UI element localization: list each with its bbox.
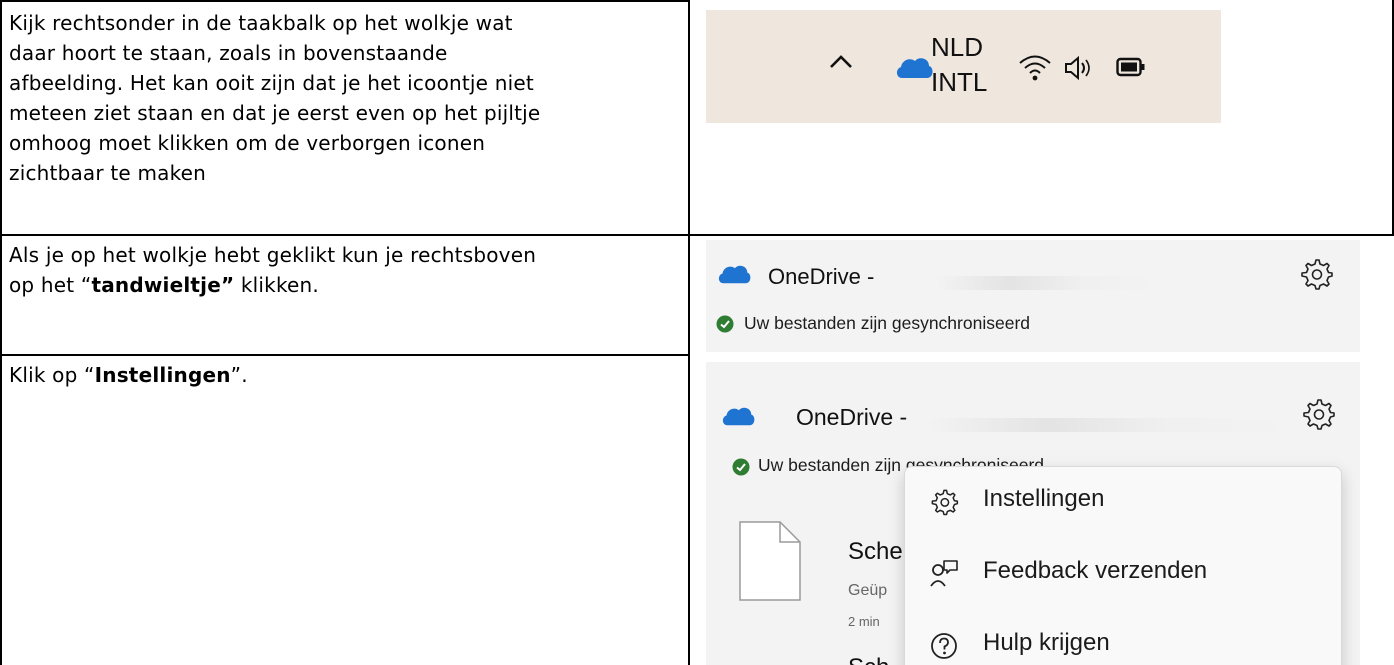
table-row-divider-1 <box>0 234 1394 236</box>
document-icon <box>738 520 802 606</box>
row2-text: klikken. <box>234 273 319 297</box>
onedrive-cloud-icon[interactable] <box>894 54 934 84</box>
row1-line: afbeelding. Het kan ooit zijn dat je het… <box>9 71 534 95</box>
row3-text: Klik op “ <box>9 363 95 387</box>
menu-item-label: Hulp krijgen <box>983 629 1110 656</box>
onedrive-cloud-icon <box>716 262 752 289</box>
file-time: 2 min <box>848 614 880 629</box>
file-name[interactable]: Sche <box>848 538 903 566</box>
table-border-left <box>0 0 2 665</box>
language-indicator[interactable]: NLD INTL <box>931 30 987 100</box>
sync-status-text: Uw bestanden zijn gesynchroniseerd <box>744 313 1030 333</box>
keyboard-layout: INTL <box>931 67 988 97</box>
row3-instruction: Klik op “Instellingen”. <box>9 360 248 390</box>
row2-text: op het “ <box>9 273 92 297</box>
onedrive-cloud-icon <box>720 404 756 431</box>
settings-context-menu: Instellingen Feedback verzenden Hulp kri… <box>904 466 1342 665</box>
menu-item-feedback[interactable]: Feedback verzenden <box>905 539 1341 609</box>
onedrive-header-screenshot: OneDrive - Uw bestanden zijn gesynchroni… <box>706 240 1360 352</box>
row1-line: Kijk rechtsonder in de taakbalk op het w… <box>9 11 513 35</box>
redacted-account-name <box>936 276 1156 290</box>
chevron-up-icon[interactable] <box>828 52 854 74</box>
row2-bold-text: tandwieltje” <box>91 273 235 297</box>
sync-check-icon <box>716 315 734 337</box>
wifi-icon[interactable] <box>1018 52 1052 86</box>
gear-icon[interactable] <box>1300 396 1336 436</box>
menu-item-label: Instellingen <box>983 485 1105 512</box>
help-icon <box>929 631 959 665</box>
row1-line: omhoog moet klikken om de verborgen icon… <box>9 131 486 155</box>
row1-line: zichtbaar te maken <box>9 161 207 185</box>
language-code: NLD <box>931 32 984 62</box>
row1-line: meteen ziet staan en dat je eerst even o… <box>9 101 541 125</box>
gear-icon[interactable] <box>1298 256 1334 296</box>
table-column-divider <box>688 0 690 665</box>
onedrive-title: OneDrive - <box>796 404 908 430</box>
row3-text: ”. <box>230 363 248 387</box>
redacted-account-name <box>928 418 1288 432</box>
menu-item-help[interactable]: Hulp krijgen <box>905 611 1341 665</box>
menu-item-label: Feedback verzenden <box>983 557 1208 584</box>
onedrive-title: OneDrive - <box>768 264 875 289</box>
file-name[interactable]: Sch <box>848 654 889 665</box>
row2-instruction: Als je op het wolkje hebt geklikt kun je… <box>9 240 536 300</box>
gear-icon <box>929 487 959 521</box>
sync-check-icon <box>732 458 750 480</box>
row3-bold-text: Instellingen <box>94 363 231 387</box>
file-status: Geüp <box>848 582 888 599</box>
onedrive-menu-screenshot: OneDrive - Uw bestanden zijn gesynchroni… <box>706 362 1360 665</box>
row3-line: Klik op “Instellingen”. <box>9 360 248 390</box>
row1-instruction: Kijk rechtsonder in de taakbalk op het w… <box>9 8 540 188</box>
volume-icon[interactable] <box>1063 54 1097 86</box>
feedback-icon <box>929 559 959 593</box>
table-border-top <box>0 0 688 2</box>
table-row-divider-2 <box>0 354 688 356</box>
taskbar-screenshot: NLD INTL <box>706 10 1221 123</box>
battery-icon[interactable] <box>1116 56 1146 82</box>
row2-line: Als je op het wolkje hebt geklikt kun je… <box>9 243 537 267</box>
menu-item-instellingen[interactable]: Instellingen <box>905 467 1341 537</box>
row2-line: op het “tandwieltje” klikken. <box>9 270 536 300</box>
row1-line: daar hoort te staan, zoals in bovenstaan… <box>9 41 448 65</box>
